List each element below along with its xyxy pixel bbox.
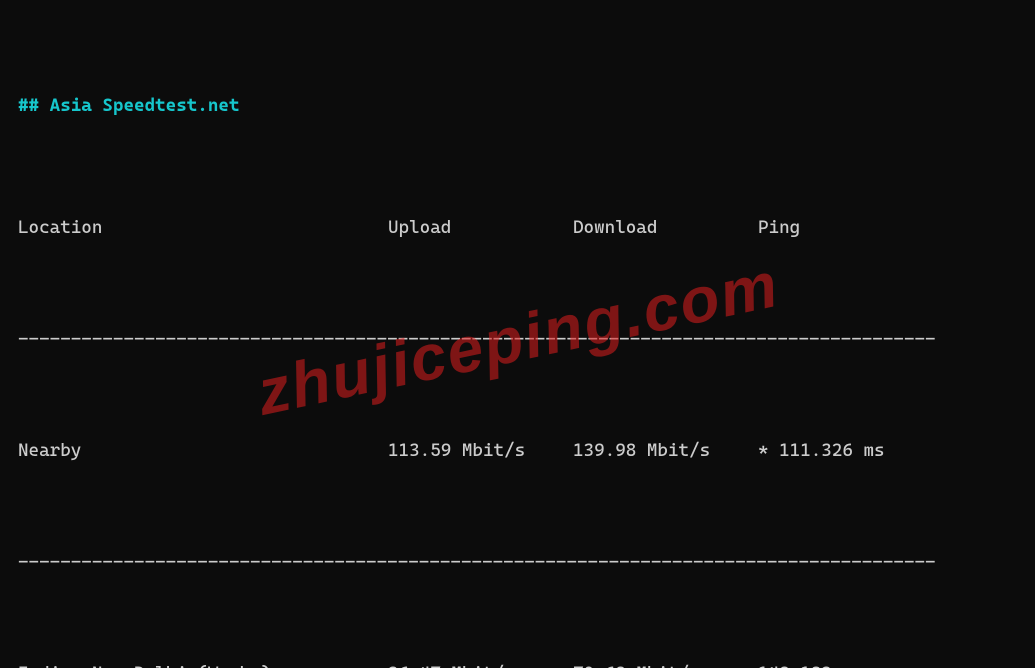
nearby-row: Nearby 113.59 Mbit/s 139.98 Mbit/s * 111… <box>18 437 1017 465</box>
nearby-download: 139.98 Mbit/s <box>573 437 758 465</box>
cell-download: 70.69 Mbit/s <box>573 660 758 668</box>
nearby-upload: 113.59 Mbit/s <box>388 437 573 465</box>
header-row: Location Upload Download Ping <box>18 214 1017 242</box>
title-prefix: ## <box>18 95 50 116</box>
header-download: Download <box>573 214 758 242</box>
header-location: Location <box>18 214 388 242</box>
results-table: India, New Delhi (Weebo)26.47 Mbit/s70.6… <box>18 660 1017 668</box>
section-title: ## Asia Speedtest.net <box>18 92 1017 120</box>
table-row: India, New Delhi (Weebo)26.47 Mbit/s70.6… <box>18 660 1017 668</box>
terminal-output: ## Asia Speedtest.net Location Upload Do… <box>0 0 1035 668</box>
separator: ----------------------------------------… <box>18 326 1017 354</box>
cell-upload: 26.47 Mbit/s <box>388 660 573 668</box>
header-ping: Ping <box>758 214 1017 242</box>
cell-ping: 149.182 ms <box>758 660 1017 668</box>
nearby-location: Nearby <box>18 437 388 465</box>
nearby-ping: * 111.326 ms <box>758 437 1017 465</box>
header-upload: Upload <box>388 214 573 242</box>
title-text: Asia Speedtest.net <box>50 95 240 116</box>
cell-location: India, New Delhi (Weebo) <box>18 660 388 668</box>
separator: ----------------------------------------… <box>18 549 1017 577</box>
